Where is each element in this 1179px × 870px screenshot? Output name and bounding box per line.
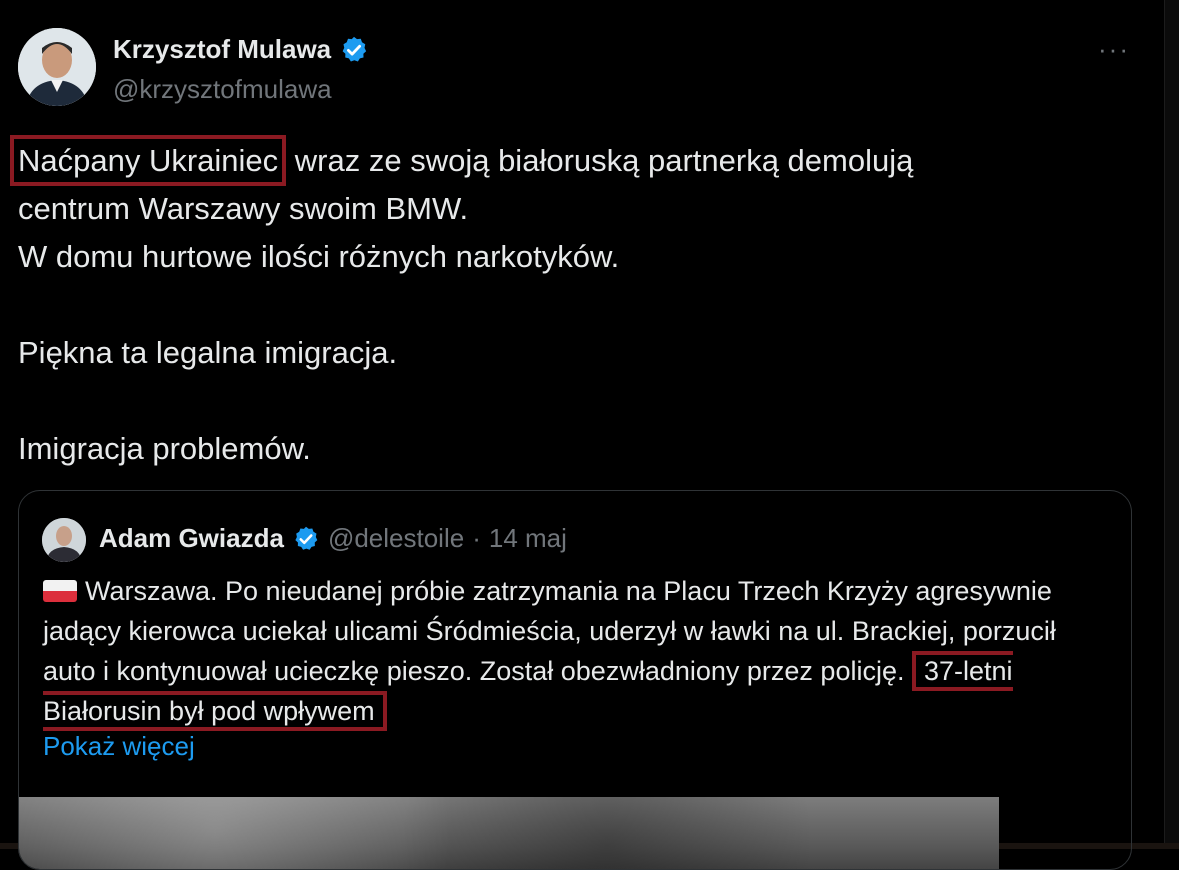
more-icon[interactable]: ··· bbox=[1098, 34, 1130, 65]
quote-author-name[interactable]: Adam Gwiazda bbox=[99, 523, 284, 554]
show-more-link[interactable]: Pokaż więcej bbox=[43, 731, 195, 762]
verified-badge-icon bbox=[292, 525, 320, 553]
quote-author-avatar[interactable] bbox=[42, 518, 86, 562]
quote-author-handle[interactable]: @delestoile bbox=[328, 523, 464, 554]
author-name-row: Krzysztof Mulawa bbox=[113, 34, 369, 65]
tweet-line-2: centrum Warszawy swoim BMW. bbox=[18, 191, 469, 226]
quoted-tweet[interactable]: Adam Gwiazda @delestoile · 14 maj Warsza… bbox=[18, 490, 1132, 870]
verified-badge-icon bbox=[339, 35, 369, 65]
quote-text: Warszawa. Po nieudanej próbie zatrzymani… bbox=[43, 571, 1113, 731]
quote-text-body: Warszawa. Po nieudanej próbie zatrzymani… bbox=[43, 576, 1056, 686]
poland-flag-icon bbox=[43, 580, 77, 602]
author-avatar[interactable] bbox=[18, 28, 96, 106]
author-handle[interactable]: @krzysztofmulawa bbox=[113, 74, 332, 105]
quote-separator: · bbox=[472, 523, 481, 553]
author-name[interactable]: Krzysztof Mulawa bbox=[113, 34, 331, 65]
scrollbar-edge bbox=[1164, 0, 1179, 849]
quote-media-image[interactable] bbox=[19, 797, 999, 869]
tweet-line-3: W domu hurtowe ilości różnych narkotyków… bbox=[18, 239, 620, 274]
tweet-line-1: Naćpany Ukrainiec wraz ze swoją białorus… bbox=[10, 135, 1118, 186]
tweet-line-4: Piękna ta legalna imigracja. bbox=[18, 335, 398, 370]
tweet-line-1-rest: wraz ze swoją białoruską partnerką demol… bbox=[286, 143, 914, 178]
quote-date[interactable]: 14 maj bbox=[489, 523, 567, 554]
tweet-text: Naćpany Ukrainiec wraz ze swoją białorus… bbox=[10, 135, 1118, 473]
tweet-line-5: Imigracja problemów. bbox=[18, 431, 311, 466]
highlight-box: Naćpany Ukrainiec bbox=[10, 135, 287, 186]
quote-header: Adam Gwiazda @delestoile · 14 maj bbox=[99, 523, 567, 554]
